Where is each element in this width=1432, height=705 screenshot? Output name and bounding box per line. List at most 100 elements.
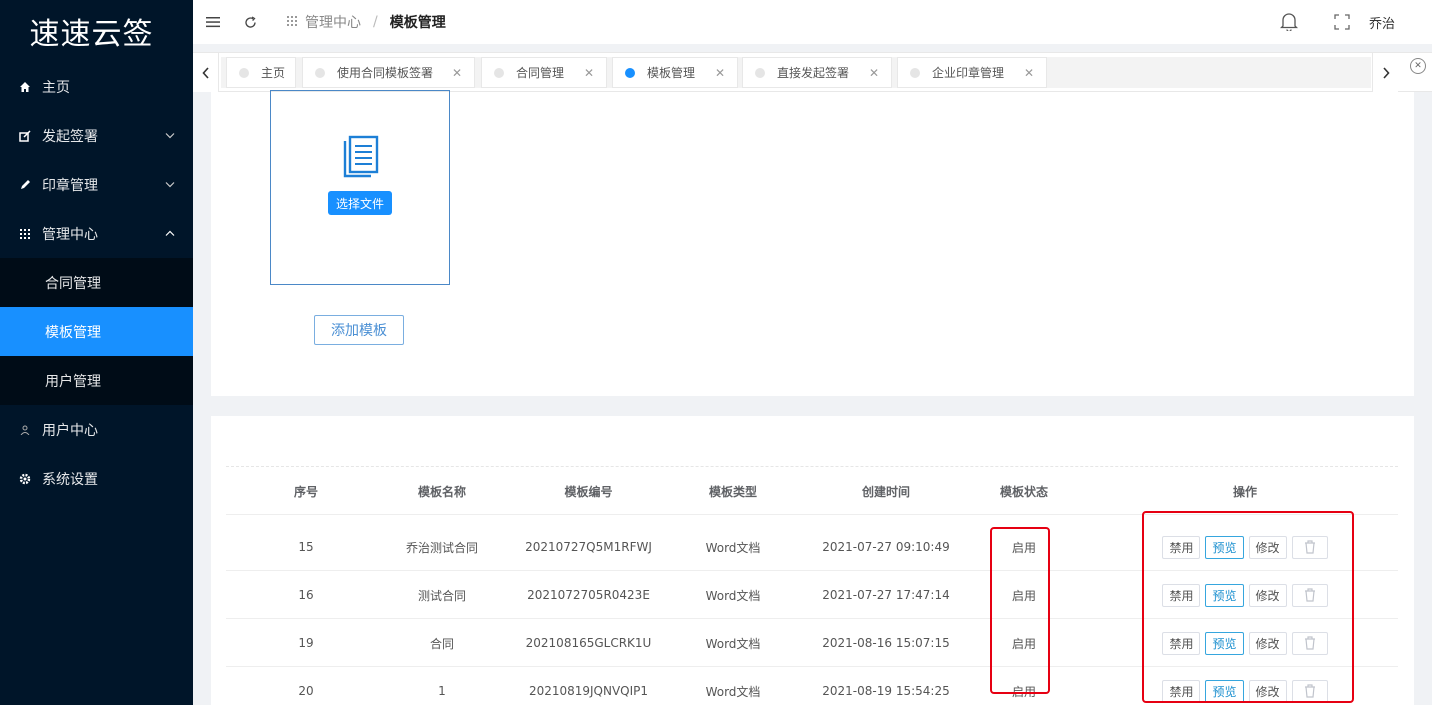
tab-template-management[interactable]: 模板管理 ✕ xyxy=(612,57,738,88)
sidebar-item-settings[interactable]: 系统设置 xyxy=(0,454,193,503)
sidebar-item-seal[interactable]: 印章管理 xyxy=(0,160,193,209)
column-header: 模板名称 xyxy=(417,484,466,499)
edit-icon xyxy=(18,129,32,142)
upload-box[interactable]: 选择文件 xyxy=(270,90,450,285)
row-id: 20 xyxy=(298,684,314,698)
grid-icon xyxy=(18,228,32,239)
tab-home[interactable]: 主页 xyxy=(226,57,296,88)
tabs-bar: 主页 使用合同模板签署 ✕ 合同管理 ✕ 模板管理 ✕ 直接发起签署 ✕ 企业印… xyxy=(193,52,1432,92)
tab-status-dot xyxy=(755,67,765,78)
top-header: 管理中心 / 模板管理 乔治 xyxy=(193,0,1432,44)
template-code: 20210727Q5M1RFWJ xyxy=(525,540,652,554)
tab-status-dot xyxy=(239,67,249,78)
column-header: 创建时间 xyxy=(861,484,910,499)
created-time: 2021-07-27 09:10:49 xyxy=(822,540,950,554)
column-header: 模板类型 xyxy=(708,484,757,499)
created-time: 2021-08-19 15:54:25 xyxy=(822,684,950,698)
tab-label: 企业印章管理 xyxy=(932,66,1005,80)
template-code: 20210819JQNVQIP1 xyxy=(528,684,649,698)
close-icon[interactable]: ✕ xyxy=(452,66,462,80)
row-id: 15 xyxy=(298,540,314,554)
home-icon xyxy=(18,81,32,93)
sidebar-item-label: 系统设置 xyxy=(42,471,98,488)
sidebar-item-template-management[interactable]: 模板管理 xyxy=(0,307,193,356)
tab-status-dot xyxy=(910,67,920,78)
sidebar: 速速云签 主页 发起签署 印章管理 管理中心 合同管理 模板管理 用户管理 用户… xyxy=(0,0,193,705)
template-name: 1 xyxy=(438,684,446,698)
template-code: 202108165GLCRK1U xyxy=(525,636,652,650)
fullscreen-icon[interactable] xyxy=(1334,14,1350,34)
sidebar-item-label: 用户管理 xyxy=(45,373,101,390)
column-header: 操作 xyxy=(1232,484,1257,499)
template-type: Word文档 xyxy=(705,684,761,699)
tab-label: 模板管理 xyxy=(647,66,696,80)
tabs-scroll-right-button[interactable] xyxy=(1372,53,1398,92)
tab-label: 主页 xyxy=(261,66,286,80)
bell-icon[interactable] xyxy=(1279,11,1299,35)
tab-label: 使用合同模板签署 xyxy=(337,66,434,80)
column-header: 模板状态 xyxy=(999,484,1048,499)
gear-icon xyxy=(18,473,32,485)
user-icon xyxy=(18,425,32,435)
sidebar-item-admin[interactable]: 管理中心 xyxy=(0,209,193,258)
breadcrumb-parent[interactable]: 管理中心 xyxy=(305,12,361,32)
sidebar-item-label: 合同管理 xyxy=(45,275,101,292)
breadcrumb: 管理中心 / 模板管理 xyxy=(287,12,446,32)
sidebar-item-label: 模板管理 xyxy=(45,324,101,341)
tab-strip: 主页 使用合同模板签署 ✕ 合同管理 ✕ 模板管理 ✕ 直接发起签署 ✕ 企业印… xyxy=(221,57,1371,88)
sidebar-item-user-management[interactable]: 用户管理 xyxy=(0,356,193,405)
template-type: Word文档 xyxy=(705,540,761,555)
chevron-down-icon xyxy=(165,130,175,141)
template-type: Word文档 xyxy=(705,588,761,603)
tab-contract-management[interactable]: 合同管理 ✕ xyxy=(481,57,607,88)
actions-column-highlight xyxy=(1142,511,1354,703)
template-name: 乔治测试合同 xyxy=(405,540,478,555)
choose-file-button[interactable]: 选择文件 xyxy=(327,191,392,215)
tab-use-template-sign[interactable]: 使用合同模板签署 ✕ xyxy=(302,57,475,88)
add-template-button[interactable]: 添加模板 xyxy=(314,315,404,345)
chevron-up-icon xyxy=(165,228,175,239)
sidebar-item-user-center[interactable]: 用户中心 xyxy=(0,405,193,454)
document-icon xyxy=(343,135,379,178)
close-icon[interactable]: ✕ xyxy=(1024,66,1034,80)
tab-label: 合同管理 xyxy=(516,66,565,80)
row-id: 19 xyxy=(298,636,314,650)
grid-icon xyxy=(287,14,297,30)
sidebar-item-label: 用户中心 xyxy=(42,422,98,439)
close-icon[interactable]: ✕ xyxy=(869,66,879,80)
status-column-highlight xyxy=(990,527,1050,694)
close-all-tabs-icon[interactable]: ✕ xyxy=(1410,58,1426,74)
sidebar-item-contract-management[interactable]: 合同管理 xyxy=(0,258,193,307)
sidebar-item-label: 印章管理 xyxy=(42,177,98,194)
template-code: 2021072705R0423E xyxy=(527,588,650,602)
created-time: 2021-08-16 15:07:15 xyxy=(822,636,950,650)
template-name: 合同 xyxy=(429,636,454,651)
sidebar-item-home[interactable]: 主页 xyxy=(0,62,193,111)
pen-icon xyxy=(18,179,32,191)
upload-card: 选择文件 添加模板 xyxy=(211,90,1414,396)
breadcrumb-current: 模板管理 xyxy=(389,15,446,31)
row-id: 16 xyxy=(298,588,314,602)
close-icon[interactable]: ✕ xyxy=(584,66,594,80)
created-time: 2021-07-27 17:47:14 xyxy=(822,588,950,602)
sidebar-item-label: 管理中心 xyxy=(42,226,98,243)
tab-status-dot xyxy=(625,67,635,78)
close-icon[interactable]: ✕ xyxy=(715,66,725,80)
app-logo: 速速云签 xyxy=(29,17,154,52)
breadcrumb-separator: / xyxy=(373,14,378,30)
sidebar-item-initiate-sign[interactable]: 发起签署 xyxy=(0,111,193,160)
template-table: 序号 模板名称 模板编号 模板类型 创建时间 模板状态 操作 15 乔治测试合同… xyxy=(226,466,1398,703)
tab-status-dot xyxy=(494,67,504,78)
tab-company-seal[interactable]: 企业印章管理 ✕ xyxy=(897,57,1047,88)
tab-label: 直接发起签署 xyxy=(777,66,850,80)
tab-direct-sign[interactable]: 直接发起签署 ✕ xyxy=(742,57,892,88)
chevron-down-icon xyxy=(165,179,175,190)
username[interactable]: 乔治 xyxy=(1369,13,1395,32)
sidebar-item-label: 发起签署 xyxy=(42,128,98,145)
menu-toggle-icon[interactable] xyxy=(206,15,220,29)
admin-submenu: 合同管理 模板管理 用户管理 xyxy=(0,258,193,405)
column-header: 序号 xyxy=(293,484,318,499)
sidebar-item-label: 主页 xyxy=(42,79,70,96)
refresh-icon[interactable] xyxy=(243,15,257,29)
tabs-scroll-left-button[interactable] xyxy=(193,53,219,92)
